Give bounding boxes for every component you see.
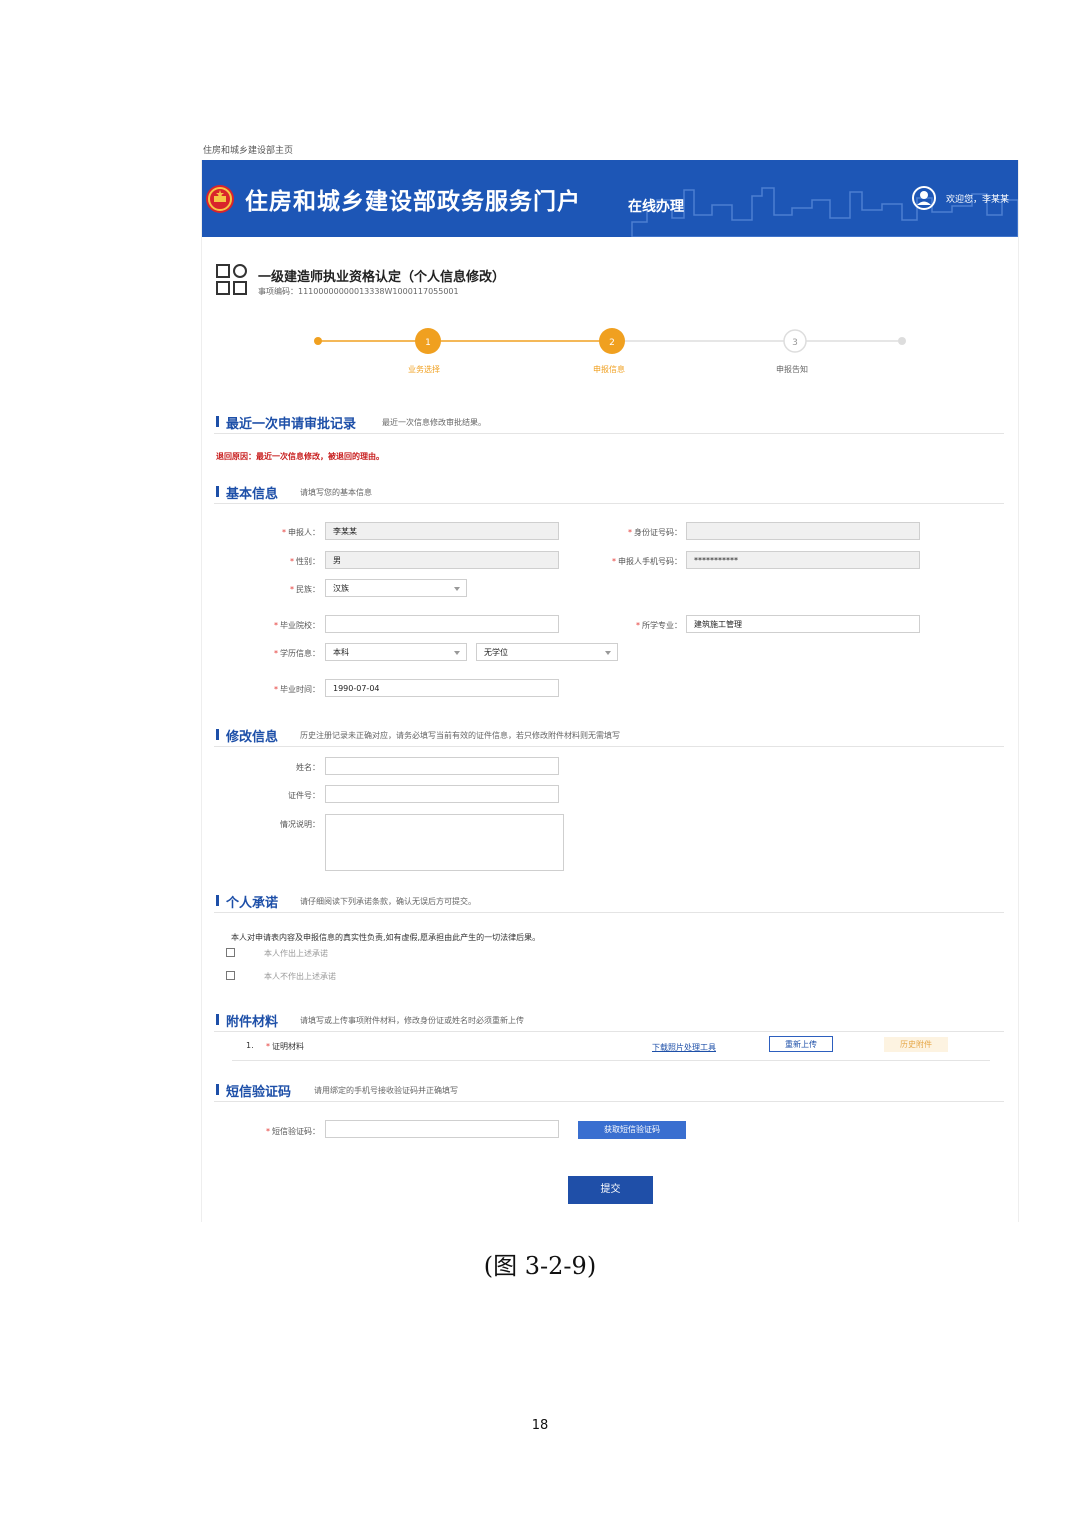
page-number: 18: [531, 1418, 549, 1433]
step-1-label: 业务选择: [408, 365, 440, 374]
section-title: 最近一次申请审批记录: [226, 417, 357, 432]
figure-caption: (图 3-2-9): [483, 1252, 597, 1280]
pledge-agree-checkbox[interactable]: [226, 948, 235, 957]
graduation-date-label: * 毕业时间：: [274, 685, 320, 694]
download-photo-tool-link[interactable]: 下载照片处理工具: [652, 1042, 716, 1053]
sms-section: 短信验证码 请用绑定的手机号接收验证码并正确填写: [214, 1081, 1004, 1102]
gender-label: * 性别：: [290, 557, 320, 566]
section-title: 个人承诺: [226, 896, 279, 911]
section-hint: 最近一次信息修改审批结果。: [382, 418, 486, 427]
phone-label: * 申报人手机号码：: [612, 557, 682, 566]
id-doc-input[interactable]: [325, 785, 559, 803]
attachment-index: 1.: [246, 1041, 254, 1050]
description-label: 情况说明：: [280, 820, 320, 829]
step-end-dot: [898, 337, 906, 345]
section-hint: 请填写或上传事项附件材料，修改身份证或姓名时必须重新上传: [300, 1016, 524, 1025]
gender-input[interactable]: 男: [325, 551, 559, 569]
ethnicity-select[interactable]: 汉族: [325, 579, 467, 597]
name-label: 姓名：: [296, 763, 320, 772]
education-select[interactable]: 本科: [325, 643, 467, 661]
modify-info-section: 修改信息 历史注册记录未正确对应，请务必填写当前有效的证件信息，若只修改附件材料…: [214, 726, 1004, 747]
site-header: 住房和城乡建设部政务服务门户 在线办理 欢迎您，李某某: [202, 160, 1018, 237]
attachment-row: 1. * 证明材料 下载照片处理工具 重新上传 历史附件: [232, 1034, 990, 1061]
submit-button[interactable]: 提交: [568, 1176, 653, 1204]
online-service-label[interactable]: 在线办理: [628, 196, 684, 216]
degree-select[interactable]: 无学位: [476, 643, 618, 661]
grid-apps-icon: [216, 264, 247, 295]
school-input[interactable]: [325, 615, 559, 633]
reupload-button[interactable]: 重新上传: [769, 1036, 833, 1052]
step-2-label: 申报信息: [593, 365, 625, 374]
description-textarea[interactable]: [325, 814, 564, 871]
ethnicity-label: * 民族：: [290, 585, 320, 594]
id-number-label: * 身份证号码：: [628, 528, 682, 537]
service-title: 一级建造师执业资格认定（个人信息修改）: [258, 270, 506, 285]
section-title: 附件材料: [226, 1015, 279, 1030]
attachments-section: 附件材料 请填写或上传事项附件材料，修改身份证或姓名时必须重新上传: [214, 1011, 1004, 1032]
latest-record-section: 最近一次申请审批记录 最近一次信息修改审批结果。: [214, 413, 1004, 434]
id-doc-label: 证件号：: [288, 791, 320, 800]
national-emblem-icon: [206, 185, 234, 213]
id-number-input[interactable]: [686, 522, 920, 540]
section-hint: 历史注册记录未正确对应，请务必填写当前有效的证件信息，若只修改附件材料则无需填写: [300, 731, 620, 740]
graduation-date-input[interactable]: 1990-07-04: [325, 679, 559, 697]
step-1-number: 1: [425, 338, 431, 348]
return-reason: 退回原因：最近一次信息修改，被退回的理由。: [216, 452, 384, 461]
browser-tab-title[interactable]: 住房和城乡建设部主页: [203, 143, 293, 156]
section-hint: 请填写您的基本信息: [300, 488, 372, 497]
service-code: 事项编码：11100000000013338W1000117055001: [258, 287, 459, 296]
step-start-dot: [314, 337, 322, 345]
phone-input[interactable]: ***********: [686, 551, 920, 569]
applicant-label: * 申报人：: [282, 528, 320, 537]
pledge-section: 个人承诺 请仔细阅读下列承诺条款，确认无误后方可提交。: [214, 892, 1004, 913]
attachment-name: * 证明材料: [266, 1042, 304, 1051]
major-label: * 所学专业：: [636, 621, 682, 630]
history-attachment-button[interactable]: 历史附件: [884, 1037, 948, 1052]
name-input[interactable]: [325, 757, 559, 775]
basic-info-section: 基本信息 请填写您的基本信息: [214, 483, 1004, 504]
get-sms-code-button[interactable]: 获取短信验证码: [578, 1121, 686, 1139]
applicant-input[interactable]: 李某某: [325, 522, 559, 540]
education-label: * 学历信息：: [274, 649, 320, 658]
welcome-text[interactable]: 欢迎您，李某某: [946, 192, 1009, 205]
school-label: * 毕业院校：: [274, 621, 320, 630]
step-3-number: 3: [792, 338, 798, 348]
pledge-disagree-label[interactable]: 本人不作出上述承诺: [264, 971, 336, 982]
section-title: 基本信息: [226, 487, 279, 502]
section-title: 短信验证码: [226, 1085, 292, 1100]
portal-screenshot: 住房和城乡建设部政务服务门户 在线办理 欢迎您，李某某 一级建造师执业资格认定（…: [201, 160, 1019, 1222]
user-avatar-icon[interactable]: [912, 186, 936, 210]
step-2-number: 2: [609, 338, 615, 348]
section-hint: 请用绑定的手机号接收验证码并正确填写: [314, 1086, 458, 1095]
major-input[interactable]: 建筑施工管理: [686, 615, 920, 633]
sms-code-label: * 短信验证码：: [266, 1127, 320, 1136]
step-3-label: 申报告知: [776, 365, 808, 374]
pledge-disagree-checkbox[interactable]: [226, 971, 235, 980]
portal-title[interactable]: 住房和城乡建设部政务服务门户: [245, 182, 581, 216]
pledge-agree-label[interactable]: 本人作出上述承诺: [264, 948, 328, 959]
pledge-text: 本人对申请表内容及申报信息的真实性负责,如有虚假,愿承担由此产生的一切法律后果。: [231, 933, 541, 942]
section-title: 修改信息: [226, 730, 279, 745]
sms-code-input[interactable]: [325, 1120, 559, 1138]
section-hint: 请仔细阅读下列承诺条款，确认无误后方可提交。: [300, 897, 476, 906]
